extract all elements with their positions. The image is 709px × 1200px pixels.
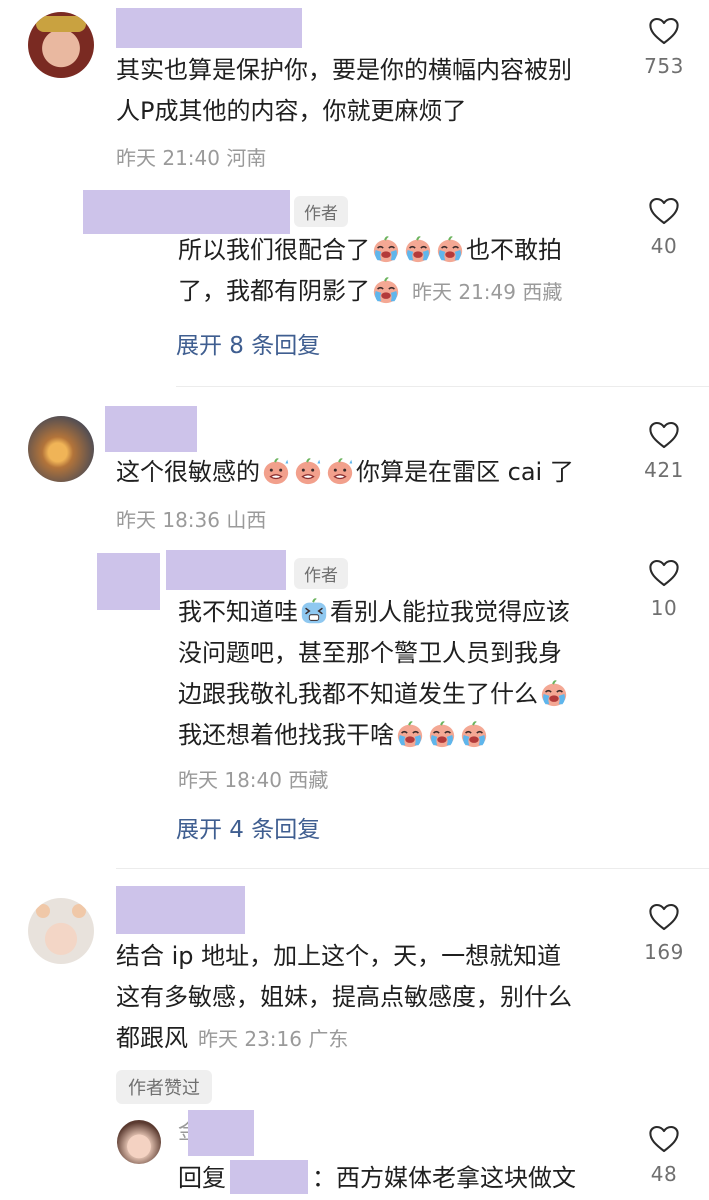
author-tag: 作者 [294,558,348,589]
comment-meta: 昨天 18:36 山西 [116,508,267,532]
like-button[interactable]: 40 [624,196,704,258]
comment-text: 结合 ip 地址，加上这个，天，一想就知道 这有多敏感，姐妹，提高点敏感度，别什… [116,942,572,1052]
comment-meta: 昨天 23:16 广东 [198,1027,349,1051]
crying-emoji-icon [459,719,489,749]
author-tag: 作者 [294,196,348,227]
expand-replies-link[interactable]: 展开 4 条回复 [176,810,320,844]
like-button[interactable]: 753 [624,16,704,78]
author-liked-badge: 作者赞过 [116,1070,212,1104]
heart-outline-icon [648,902,680,932]
grimace-emoji-icon [261,456,291,486]
divider [176,386,709,387]
redacted-username [83,190,290,234]
like-button[interactable]: 421 [624,420,704,482]
reply-text: 回复 ：西方媒体老拿这块做文 [178,1158,576,1199]
like-button[interactable]: 48 [624,1124,704,1186]
grimace-emoji-icon [325,456,355,486]
reply-meta: 昨天 18:40 西藏 [178,768,329,792]
redacted-username [188,1110,254,1156]
crying-emoji-icon [371,275,401,305]
grimace-emoji-icon [293,456,323,486]
crying-emoji-icon [371,234,401,264]
reply-meta: 昨天 21:49 西藏 [412,280,563,304]
expand-replies-link[interactable]: 展开 8 条回复 [176,326,320,360]
like-count: 753 [644,54,684,78]
like-count: 48 [650,1162,678,1186]
redacted-mention [230,1160,308,1194]
redacted-username [166,550,286,590]
divider [116,868,709,869]
heart-outline-icon [648,420,680,450]
like-count: 169 [644,940,684,964]
heart-outline-icon [648,196,680,226]
redacted-avatar [97,553,160,610]
like-button[interactable]: 10 [624,558,704,620]
like-count: 40 [650,234,678,258]
shock-emoji-icon [299,596,329,626]
like-button[interactable]: 169 [624,902,704,964]
redacted-username [105,406,197,452]
heart-outline-icon [648,16,680,46]
comment-text: 这个很敏感的 你算是在雷区 cai 了 [116,456,574,486]
avatar[interactable] [28,416,94,482]
crying-emoji-icon [403,234,433,264]
comment-meta: 昨天 21:40 河南 [116,146,267,170]
heart-outline-icon [648,558,680,588]
reply-text: 所以我们很配合了 也不敢拍 了，我都有阴影了 昨天 21:49 西藏 [178,234,563,305]
like-count: 10 [650,596,678,620]
crying-emoji-icon [427,719,457,749]
comment-text: 其实也算是保护你，要是你的横幅内容被别 人P成其他的内容，你就更麻烦了 [116,56,572,125]
avatar[interactable] [28,12,94,78]
crying-emoji-icon [539,678,569,708]
heart-outline-icon [648,1124,680,1154]
redacted-username [116,886,245,934]
crying-emoji-icon [395,719,425,749]
avatar[interactable] [117,1120,161,1164]
reply-text: 我不知道哇 看别人能拉我觉得应该 没问题吧，甚至那个警卫人员到我身 边跟我敬礼我都… [178,596,570,749]
crying-emoji-icon [435,234,465,264]
redacted-username [116,8,302,48]
avatar[interactable] [28,898,94,964]
like-count: 421 [644,458,684,482]
